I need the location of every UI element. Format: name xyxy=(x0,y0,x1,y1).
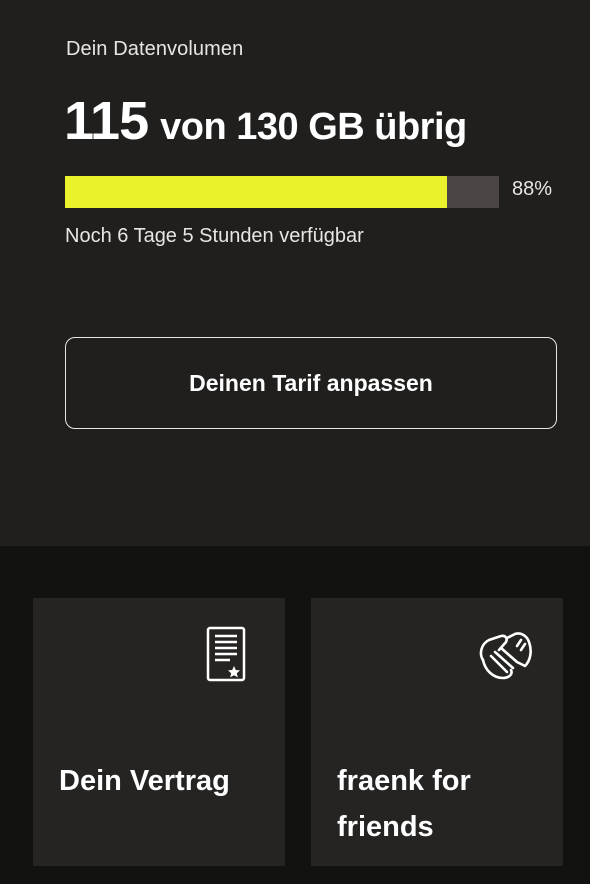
contract-document-icon xyxy=(206,626,246,687)
contract-card[interactable]: Dein Vertrag xyxy=(33,598,285,866)
remaining-gb-suffix: von 130 GB übrig xyxy=(160,106,467,148)
adjust-tariff-button[interactable]: Deinen Tarif anpassen xyxy=(65,337,557,429)
data-volume-label: Dein Datenvolumen xyxy=(66,38,244,60)
remaining-gb-value: 115 xyxy=(64,91,149,151)
time-left-text: Noch 6 Tage 5 Stunden verfügbar xyxy=(65,225,364,247)
data-usage-progress-bar xyxy=(65,176,499,208)
contract-card-title: Dein Vertrag xyxy=(59,765,230,797)
data-percent-label: 88% xyxy=(512,178,553,200)
friends-card-title: fraenk for friends xyxy=(337,765,471,843)
friends-card[interactable]: fraenk for friends xyxy=(311,598,563,866)
data-volume-panel: Dein Datenvolumen 115 von 130 GB übrig 88… xyxy=(0,0,590,546)
handshake-icon xyxy=(477,630,535,689)
data-remaining-headline: 115 von 130 GB übrig xyxy=(64,90,467,152)
data-usage-progress-fill xyxy=(65,176,447,208)
